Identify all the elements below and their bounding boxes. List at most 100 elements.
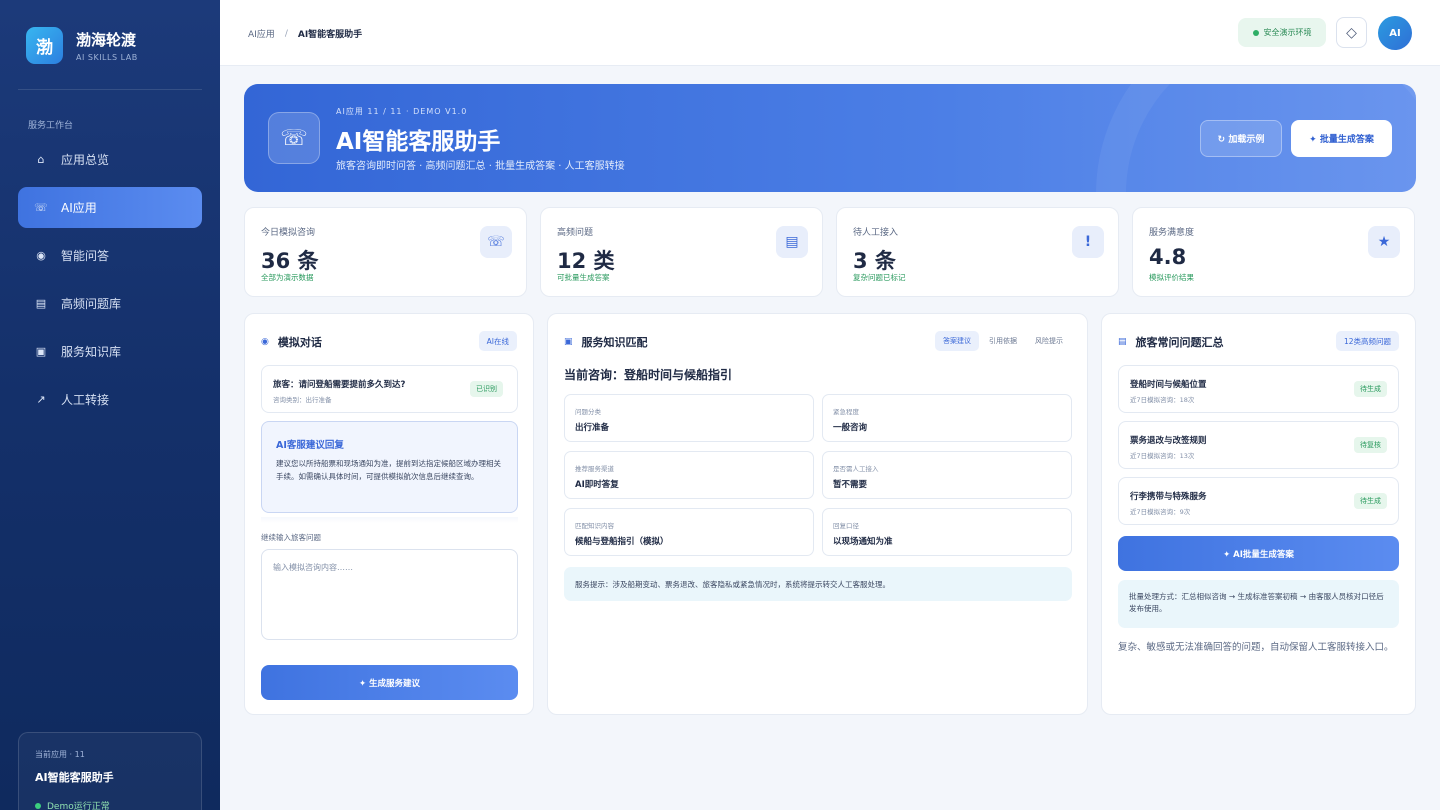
answer-text: 建议您以所持船票和现场通知为准，提前到达指定候船区域办理相关手续。如需确认具体时… [276,459,501,481]
stat-card-consultations: 今日模拟咨询 36 条 全部为演示数据 ☏ [244,207,527,297]
phone-icon: ☏ [34,201,48,214]
stat-value: 12 类 [557,249,615,273]
phone-icon: ☏ [268,112,320,164]
faq-panel: ▤ 旅客常问问题汇总 12类高频问题 登船时间与候船位置 近7日模拟咨询：18次… [1101,313,1416,715]
faq-count-badge: 12类高频问题 [1335,331,1399,351]
sidebar-nav: ⌂ 应用总览 ☏ AI应用 ◉ 智能问答 ▤ 高频问题库 ▣ 服务知识库 ↗ 人… [18,139,202,427]
field-value: 暂不需要 [833,480,868,490]
current-app-status: Demo运行正常 [35,799,185,810]
diamond-icon[interactable]: ◇ [1336,17,1367,48]
brand[interactable]: 渤 渤海轮渡 AI SKILLS LAB [26,27,138,64]
stat-note: 复杂问题已标记 [853,273,906,282]
batch-generate-button[interactable]: ✦ 批量生成答案 [1291,120,1392,157]
list-icon: ▤ [1118,337,1127,347]
stat-note: 全部为演示数据 [261,273,314,282]
faq-item-title: 登船时间与候船位置 [1130,380,1207,390]
avatar[interactable]: AI [1378,16,1412,50]
sidebar-item-smart-qa[interactable]: ◉ 智能问答 [18,235,202,276]
stat-card-satisfaction: 服务满意度 4.8 模拟评价结果 ★ [1132,207,1415,297]
field-value: 一般咨询 [833,423,868,433]
sidebar-item-faq-library[interactable]: ▤ 高频问题库 [18,283,202,324]
status-dot-icon [35,802,41,809]
status-badge: 已识别 [470,381,503,397]
faq-item-count: 近7日模拟咨询：9次 [1130,508,1191,516]
sidebar-item-overview[interactable]: ⌂ 应用总览 [18,139,202,180]
stat-note: 模拟评价结果 [1149,273,1194,282]
field-value: 以现场通知为准 [833,537,893,547]
stat-label: 高频问题 [557,228,594,238]
tab-answer-suggestion[interactable]: 答案建议 [935,331,979,351]
stat-label: 待人工接入 [853,228,899,238]
field-urgency: 紧急程度 一般咨询 [822,394,1072,442]
alert-icon: ! [1072,226,1104,258]
hero-banner: ☏ AI应用 11 / 11 · DEMO V1.0 AI智能客服助手 旅客咨询… [244,84,1416,192]
faq-item[interactable]: 登船时间与候船位置 近7日模拟咨询：18次 待生成 [1118,365,1399,413]
question-input[interactable]: 输入模拟咨询内容…… [261,549,518,640]
panel-header: ▣ 服务知识匹配 [564,334,648,350]
input-label: 继续输入旅客问题 [261,533,321,542]
answer-title: AI客服建议回复 [276,440,344,451]
list-icon: ▤ [35,297,47,310]
sidebar-divider [18,89,202,90]
stat-value: 36 条 [261,249,319,273]
page-title: AI智能客服助手 [336,129,501,155]
panel-header: ◉ 模拟对话 [261,334,322,350]
status-badge: 待生成 [1354,381,1387,397]
stat-value: 3 条 [853,249,896,273]
question-category: 咨询类别：出行准备 [273,396,332,404]
env-badge: 安全演示环境 [1238,18,1326,47]
knowledge-panel: ▣ 服务知识匹配 答案建议 引用依据 风险提示 当前咨询：登船时间与候船指引 问… [547,313,1088,715]
faq-item[interactable]: 票务退改与改签规则 近7日模拟咨询：13次 待复核 [1118,421,1399,469]
home-icon: ⌂ [37,153,45,166]
sidebar-item-label: 人工转接 [61,393,110,407]
book-icon: ▣ [35,345,47,358]
star-icon: ★ [1368,226,1400,258]
current-app-status-text: Demo运行正常 [47,802,110,810]
tab-bar: 答案建议 引用依据 风险提示 [933,331,1071,351]
sidebar-item-knowledge-base[interactable]: ▣ 服务知识库 [18,331,202,372]
stat-label: 服务满意度 [1149,228,1195,238]
status-badge: 待复核 [1354,437,1387,453]
field-label: 问题分类 [575,408,601,416]
breadcrumb-current: AI智能客服助手 [297,30,363,40]
field-human-needed: 是否需人工接入 暂不需要 [822,451,1072,499]
faq-item[interactable]: 行李携带与特殊服务 近7日模拟咨询：9次 待生成 [1118,477,1399,525]
sidebar-item-ai-apps[interactable]: ☏ AI应用 [18,187,202,228]
target-icon: ◉ [36,249,46,262]
field-matched-knowledge: 匹配知识内容 候船与登船指引（模拟） [564,508,814,556]
batch-process-description: 批量处理方式：汇总相似咨询 → 生成标准答案初稿 → 由客服人员核对口径后发布使… [1118,580,1399,628]
answer-card: AI客服建议回复 建议您以所持船票和现场通知为准，提前到达指定候船区域办理相关手… [261,421,518,513]
breadcrumb-parent[interactable]: AI应用 [248,27,275,40]
topbar: AI应用 / AI智能客服助手 安全演示环境 ◇ AI [220,0,1440,66]
current-app-title: AI智能客服助手 [35,771,114,784]
sidebar-item-label: 高频问题库 [61,297,122,311]
sidebar-item-label: 智能问答 [61,249,110,263]
hero-description: 旅客咨询即时问答 · 高频问题汇总 · 批量生成答案 · 人工客服转接 [336,161,625,172]
load-example-button[interactable]: ↻ 加载示例 [1200,120,1282,157]
status-badge: 待生成 [1354,493,1387,509]
breadcrumb-separator: / [284,28,288,39]
stat-note: 可批量生成答案 [557,273,610,282]
phone-icon: ☏ [480,226,512,258]
human-transfer-note: 复杂、敏感或无法准确回答的问题，自动保留人工客服转接入口。 [1118,642,1394,653]
chat-panel: ◉ 模拟对话 AI在线 旅客：请问登船需要提前多久到达? 咨询类别：出行准备 已… [244,313,534,715]
status-dot-icon [1252,29,1259,36]
breadcrumb: AI应用 / AI智能客服助手 [248,27,363,41]
ai-batch-generate-button[interactable]: ✦ AI批量生成答案 [1118,536,1399,571]
panel-header: ▤ 旅客常问问题汇总 [1118,334,1224,350]
answer-fade [261,517,518,523]
ai-online-badge: AI在线 [478,331,517,351]
field-value: 出行准备 [575,423,610,433]
stat-value: 4.8 [1149,245,1187,269]
faq-item-count: 近7日模拟咨询：18次 [1130,396,1195,404]
tab-risk-warning[interactable]: 风险提示 [1027,331,1071,351]
faq-item-title: 票务退改与改签规则 [1130,436,1207,446]
generate-suggestion-button[interactable]: ✦ 生成服务建议 [261,665,518,700]
question-card[interactable]: 旅客：请问登船需要提前多久到达? 咨询类别：出行准备 已识别 [261,365,518,413]
faq-item-title: 行李携带与特殊服务 [1130,492,1207,502]
stat-card-pending-human: 待人工接入 3 条 复杂问题已标记 ! [836,207,1119,297]
book-icon: ▣ [564,337,573,347]
list-icon: ▤ [776,226,808,258]
sidebar-item-human-transfer[interactable]: ↗ 人工转接 [18,379,202,420]
tab-references[interactable]: 引用依据 [981,331,1025,351]
